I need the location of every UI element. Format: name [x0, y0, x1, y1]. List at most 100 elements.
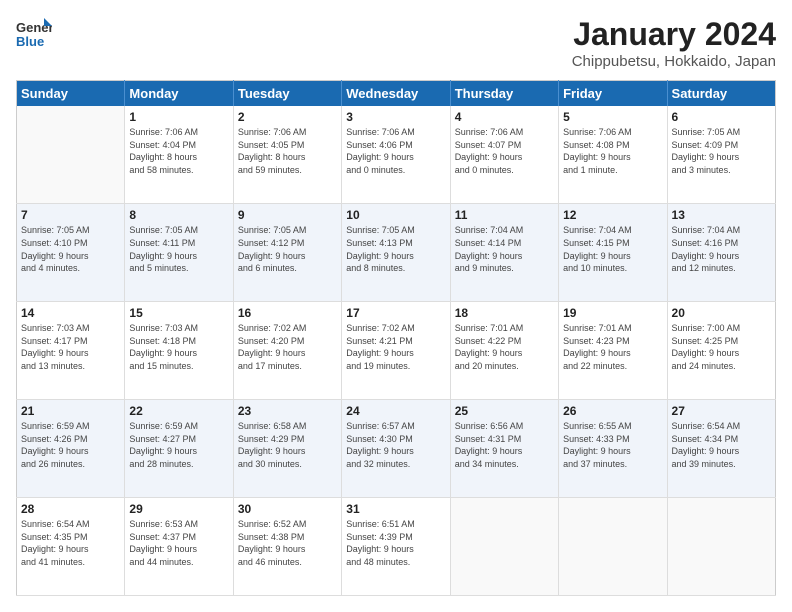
day-number: 13	[672, 208, 771, 222]
svg-text:Blue: Blue	[16, 34, 44, 49]
table-cell: 14Sunrise: 7:03 AMSunset: 4:17 PMDayligh…	[17, 302, 125, 400]
day-info: Sunrise: 7:05 AMSunset: 4:09 PMDaylight:…	[672, 126, 771, 176]
day-info: Sunrise: 6:58 AMSunset: 4:29 PMDaylight:…	[238, 420, 337, 470]
day-info: Sunrise: 7:00 AMSunset: 4:25 PMDaylight:…	[672, 322, 771, 372]
table-cell: 23 Sunrise: 6:58 AMSunset: 4:29 PMDayligh…	[233, 400, 341, 498]
day-number: 11	[455, 208, 554, 222]
table-cell: 15 Sunrise: 7:03 AMSunset: 4:18 PMDayligh…	[125, 302, 233, 400]
day-info: Sunrise: 6:51 AMSunset: 4:39 PMDaylight:…	[346, 518, 445, 568]
table-cell	[667, 498, 775, 596]
logo-icon: General Blue	[16, 16, 52, 52]
day-info: Sunrise: 6:57 AMSunset: 4:30 PMDaylight:…	[346, 420, 445, 470]
calendar-week-row: 1 Sunrise: 7:06 AMSunset: 4:04 PMDaylight…	[17, 106, 776, 204]
day-info: Sunrise: 6:55 AMSunset: 4:33 PMDaylight:…	[563, 420, 662, 470]
day-number: 24	[346, 404, 445, 418]
day-number: 22	[129, 404, 228, 418]
day-number: 1	[129, 110, 228, 124]
page: General Blue January 2024 Chippubetsu, H…	[0, 0, 792, 612]
day-info: Sunrise: 7:04 AMSunset: 4:16 PMDaylight:…	[672, 224, 771, 274]
day-number: 5	[563, 110, 662, 124]
day-number: 16	[238, 306, 337, 320]
table-cell: 24 Sunrise: 6:57 AMSunset: 4:30 PMDayligh…	[342, 400, 450, 498]
day-info: Sunrise: 7:01 AMSunset: 4:23 PMDaylight:…	[563, 322, 662, 372]
table-cell: 13 Sunrise: 7:04 AMSunset: 4:16 PMDayligh…	[667, 204, 775, 302]
col-saturday: Saturday	[667, 81, 775, 107]
day-info: Sunrise: 7:05 AMSunset: 4:13 PMDaylight:…	[346, 224, 445, 274]
day-info: Sunrise: 7:05 AMSunset: 4:10 PMDaylight:…	[21, 224, 120, 274]
day-info: Sunrise: 7:05 AMSunset: 4:11 PMDaylight:…	[129, 224, 228, 274]
table-cell: 25Sunrise: 6:56 AMSunset: 4:31 PMDayligh…	[450, 400, 558, 498]
table-cell: 3Sunrise: 7:06 AMSunset: 4:06 PMDaylight…	[342, 106, 450, 204]
day-number: 23	[238, 404, 337, 418]
calendar-week-row: 7Sunrise: 7:05 AMSunset: 4:10 PMDaylight…	[17, 204, 776, 302]
day-info: Sunrise: 7:06 AMSunset: 4:05 PMDaylight:…	[238, 126, 337, 176]
calendar-week-row: 28 Sunrise: 6:54 AMSunset: 4:35 PMDayligh…	[17, 498, 776, 596]
table-cell: 2 Sunrise: 7:06 AMSunset: 4:05 PMDaylight…	[233, 106, 341, 204]
day-number: 4	[455, 110, 554, 124]
col-monday: Monday	[125, 81, 233, 107]
day-info: Sunrise: 7:04 AMSunset: 4:15 PMDaylight:…	[563, 224, 662, 274]
day-info: Sunrise: 7:06 AMSunset: 4:04 PMDaylight:…	[129, 126, 228, 176]
table-cell: 29Sunrise: 6:53 AMSunset: 4:37 PMDayligh…	[125, 498, 233, 596]
day-number: 9	[238, 208, 337, 222]
day-info: Sunrise: 7:02 AMSunset: 4:20 PMDaylight:…	[238, 322, 337, 372]
title-block: January 2024 Chippubetsu, Hokkaido, Japa…	[572, 16, 776, 70]
day-number: 8	[129, 208, 228, 222]
table-cell: 18 Sunrise: 7:01 AMSunset: 4:22 PMDayligh…	[450, 302, 558, 400]
day-info: Sunrise: 7:05 AMSunset: 4:12 PMDaylight:…	[238, 224, 337, 274]
header: General Blue January 2024 Chippubetsu, H…	[16, 16, 776, 70]
day-number: 15	[129, 306, 228, 320]
calendar-table: Sunday Monday Tuesday Wednesday Thursday…	[16, 80, 776, 596]
col-tuesday: Tuesday	[233, 81, 341, 107]
table-cell: 19 Sunrise: 7:01 AMSunset: 4:23 PMDayligh…	[559, 302, 667, 400]
table-cell: 11Sunrise: 7:04 AMSunset: 4:14 PMDayligh…	[450, 204, 558, 302]
day-info: Sunrise: 7:02 AMSunset: 4:21 PMDaylight:…	[346, 322, 445, 372]
table-cell: 5Sunrise: 7:06 AMSunset: 4:08 PMDaylight…	[559, 106, 667, 204]
calendar-week-row: 21 Sunrise: 6:59 AMSunset: 4:26 PMDayligh…	[17, 400, 776, 498]
table-cell: 8 Sunrise: 7:05 AMSunset: 4:11 PMDaylight…	[125, 204, 233, 302]
calendar-header-row: Sunday Monday Tuesday Wednesday Thursday…	[17, 81, 776, 107]
day-number: 27	[672, 404, 771, 418]
table-cell: 12 Sunrise: 7:04 AMSunset: 4:15 PMDayligh…	[559, 204, 667, 302]
day-number: 20	[672, 306, 771, 320]
day-number: 14	[21, 306, 120, 320]
day-info: Sunrise: 6:54 AMSunset: 4:35 PMDaylight:…	[21, 518, 120, 568]
table-cell	[450, 498, 558, 596]
day-info: Sunrise: 6:52 AMSunset: 4:38 PMDaylight:…	[238, 518, 337, 568]
day-number: 28	[21, 502, 120, 516]
day-info: Sunrise: 6:54 AMSunset: 4:34 PMDaylight:…	[672, 420, 771, 470]
table-cell	[17, 106, 125, 204]
col-sunday: Sunday	[17, 81, 125, 107]
day-number: 18	[455, 306, 554, 320]
table-cell: 30 Sunrise: 6:52 AMSunset: 4:38 PMDayligh…	[233, 498, 341, 596]
day-number: 2	[238, 110, 337, 124]
calendar-title: January 2024	[572, 16, 776, 53]
logo: General Blue	[16, 16, 52, 52]
day-number: 21	[21, 404, 120, 418]
calendar-week-row: 14Sunrise: 7:03 AMSunset: 4:17 PMDayligh…	[17, 302, 776, 400]
table-cell: 9 Sunrise: 7:05 AMSunset: 4:12 PMDaylight…	[233, 204, 341, 302]
table-cell: 17Sunrise: 7:02 AMSunset: 4:21 PMDayligh…	[342, 302, 450, 400]
day-info: Sunrise: 7:06 AMSunset: 4:07 PMDaylight:…	[455, 126, 554, 176]
day-number: 10	[346, 208, 445, 222]
day-number: 26	[563, 404, 662, 418]
day-info: Sunrise: 7:01 AMSunset: 4:22 PMDaylight:…	[455, 322, 554, 372]
table-cell: 10 Sunrise: 7:05 AMSunset: 4:13 PMDayligh…	[342, 204, 450, 302]
table-cell: 31Sunrise: 6:51 AMSunset: 4:39 PMDayligh…	[342, 498, 450, 596]
table-cell: 28 Sunrise: 6:54 AMSunset: 4:35 PMDayligh…	[17, 498, 125, 596]
day-info: Sunrise: 7:03 AMSunset: 4:18 PMDaylight:…	[129, 322, 228, 372]
day-number: 12	[563, 208, 662, 222]
day-number: 19	[563, 306, 662, 320]
table-cell: 4 Sunrise: 7:06 AMSunset: 4:07 PMDaylight…	[450, 106, 558, 204]
day-number: 25	[455, 404, 554, 418]
table-cell: 16 Sunrise: 7:02 AMSunset: 4:20 PMDayligh…	[233, 302, 341, 400]
table-cell: 22Sunrise: 6:59 AMSunset: 4:27 PMDayligh…	[125, 400, 233, 498]
col-wednesday: Wednesday	[342, 81, 450, 107]
col-thursday: Thursday	[450, 81, 558, 107]
table-cell: 1 Sunrise: 7:06 AMSunset: 4:04 PMDaylight…	[125, 106, 233, 204]
table-cell: 26 Sunrise: 6:55 AMSunset: 4:33 PMDayligh…	[559, 400, 667, 498]
day-number: 30	[238, 502, 337, 516]
table-cell: 27 Sunrise: 6:54 AMSunset: 4:34 PMDayligh…	[667, 400, 775, 498]
calendar-subtitle: Chippubetsu, Hokkaido, Japan	[572, 53, 776, 70]
day-info: Sunrise: 6:59 AMSunset: 4:26 PMDaylight:…	[21, 420, 120, 470]
